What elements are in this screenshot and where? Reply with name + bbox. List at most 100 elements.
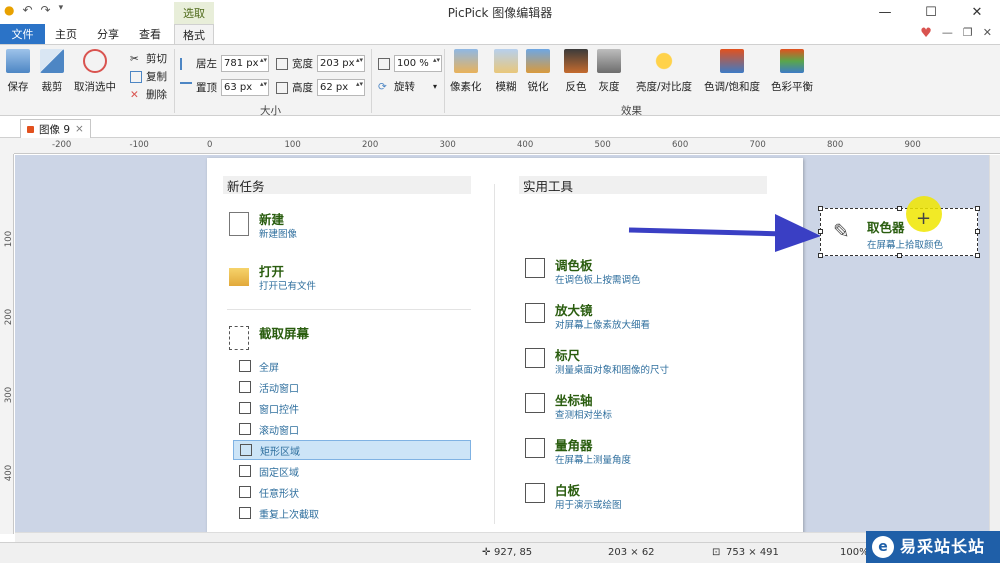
resize-handle[interactable]	[818, 253, 823, 258]
tab-view[interactable]: 查看	[130, 24, 170, 44]
document-tab[interactable]: 图像 9 ×	[20, 119, 91, 138]
close-icon[interactable]: ✕	[954, 0, 1000, 24]
scissors-icon: ✂	[130, 52, 139, 65]
capture-mode-icon	[239, 402, 251, 414]
balance-button[interactable]: 色彩平衡	[771, 49, 813, 94]
rotate-button[interactable]: ⟳ 旋转 ▾	[378, 79, 437, 94]
document-tabs: 图像 9 ×	[0, 116, 1000, 138]
height-input[interactable]: 62 px	[317, 79, 365, 96]
copy-icon	[130, 70, 142, 83]
crosshair-cursor-icon: +	[916, 208, 932, 229]
balance-icon	[780, 49, 804, 73]
tab-share[interactable]: 分享	[88, 24, 128, 44]
pixelate-icon	[453, 49, 478, 73]
new-item: 新建 新建图像	[229, 212, 297, 242]
capture-option[interactable]: 固定区域	[233, 461, 471, 481]
ruler-label: -200	[52, 140, 72, 150]
tool-icon	[525, 393, 545, 413]
restore-icon[interactable]: —	[942, 26, 953, 41]
resize-handle[interactable]	[975, 206, 980, 211]
watermark: e 易采站长站	[866, 531, 1000, 563]
left-input[interactable]: 781 px	[221, 55, 269, 72]
color-picker-selection[interactable]: ✎ 取色器 在屏幕上拾取颜色	[818, 206, 980, 258]
resize-handle[interactable]	[975, 229, 980, 234]
delete-button[interactable]: ✕ 删除	[130, 87, 167, 102]
capture-option[interactable]: 矩形区域	[233, 440, 471, 460]
tool-item[interactable]: 标尺 测量桌面对象和图像的尺寸	[525, 348, 669, 378]
new-task-header: 新任务	[223, 176, 471, 194]
capture-mode-icon	[239, 381, 251, 393]
ruler-label: 0	[207, 140, 213, 150]
grayscale-button[interactable]: 灰度	[597, 49, 621, 94]
restore-window-icon[interactable]: ❐	[963, 26, 973, 41]
sun-icon	[652, 49, 677, 73]
window-controls: — ☐ ✕	[862, 0, 1000, 24]
vertical-scrollbar[interactable]	[989, 155, 1000, 532]
ruler-label: 800	[827, 140, 844, 150]
maximize-icon[interactable]: ☐	[908, 0, 954, 24]
ruler-label: 300	[4, 386, 15, 404]
invert-button[interactable]: 反色	[564, 49, 588, 94]
capture-option[interactable]: 窗口控件	[233, 398, 471, 418]
section-divider	[494, 184, 495, 524]
heart-icon[interactable]: ♥	[920, 26, 932, 41]
brightness-button[interactable]: 亮度/对比度	[636, 49, 692, 94]
tab-format[interactable]: 格式	[174, 24, 214, 44]
deselect-button[interactable]: 取消选中	[74, 49, 116, 94]
minimize-icon[interactable]: —	[862, 0, 908, 24]
tool-item[interactable]: 白板 用于演示或绘图	[525, 483, 622, 513]
arrow-head	[775, 214, 821, 252]
top-input[interactable]: 63 px	[221, 79, 269, 96]
cut-button[interactable]: ✂ 剪切	[130, 51, 167, 66]
close-tab-icon[interactable]: ×	[75, 123, 84, 135]
close-doc-icon[interactable]: ✕	[983, 26, 992, 41]
zoom-input[interactable]: 100 %	[394, 55, 442, 72]
tool-item[interactable]: 放大镜 对屏幕上像素放大细看	[525, 303, 650, 333]
blur-button[interactable]: 模糊	[494, 49, 518, 94]
picker-title: 取色器	[867, 220, 905, 235]
ruler-label: 400	[517, 140, 534, 150]
tool-item[interactable]: 调色板 在调色板上按需调色	[525, 258, 641, 288]
sharpen-button[interactable]: 锐化	[526, 49, 550, 94]
capture-mode-icon	[239, 465, 251, 477]
resize-handle[interactable]	[975, 253, 980, 258]
zoom-control: 100 %	[378, 55, 442, 72]
window-title: PicPick 图像编辑器	[447, 6, 553, 20]
ruler-label: 100	[4, 230, 15, 248]
blur-icon	[494, 49, 518, 73]
tool-item[interactable]: 坐标轴 查测相对坐标	[525, 393, 612, 423]
ruler-label: 200	[362, 140, 379, 150]
save-button[interactable]: 保存	[6, 49, 30, 94]
ruler-vertical: 100 200 300 400	[0, 154, 14, 534]
resize-handle[interactable]	[818, 206, 823, 211]
ruler-label: 600	[672, 140, 689, 150]
capture-mode-icon	[239, 507, 251, 519]
resize-handle[interactable]	[818, 229, 823, 234]
horizontal-scrollbar[interactable]	[15, 532, 989, 542]
crop-button[interactable]: 裁剪	[40, 49, 64, 94]
tool-icon	[525, 303, 545, 323]
tab-home[interactable]: 主页	[46, 24, 86, 44]
tools-header: 实用工具	[519, 176, 767, 194]
divider	[444, 49, 445, 113]
context-group-label: 选取	[174, 2, 214, 24]
top-position-control: 置顶 63 px	[180, 79, 269, 96]
capture-option[interactable]: 滚动窗口	[233, 419, 471, 439]
pixelate-button[interactable]: 像素化	[450, 49, 482, 94]
tool-item[interactable]: 量角器 在屏幕上测量角度	[525, 438, 631, 468]
ruler-horizontal: -200 -100 0 100 200 300 400 500 600 700 800 900	[14, 138, 1000, 154]
separator	[227, 309, 471, 310]
width-icon	[276, 57, 288, 70]
capture-option[interactable]: 全屏	[233, 356, 471, 376]
resize-handle[interactable]	[897, 206, 902, 211]
tool-icon	[525, 348, 545, 368]
copy-button[interactable]: 复制	[130, 69, 167, 84]
tab-file[interactable]: 文件	[0, 24, 45, 44]
capture-option[interactable]: 活动窗口	[233, 377, 471, 397]
width-input[interactable]: 203 px	[317, 55, 365, 72]
canvas[interactable]: 新任务 实用工具 新建 新建图像 打开 打开已有文件 截取屏幕 全屏 活动窗口 窗口控件…	[15, 155, 989, 532]
capture-option[interactable]: 重复上次截取	[233, 503, 471, 523]
resize-handle[interactable]	[897, 253, 902, 258]
hue-button[interactable]: 色调/饱和度	[704, 49, 760, 94]
capture-option[interactable]: 任意形状	[233, 482, 471, 502]
